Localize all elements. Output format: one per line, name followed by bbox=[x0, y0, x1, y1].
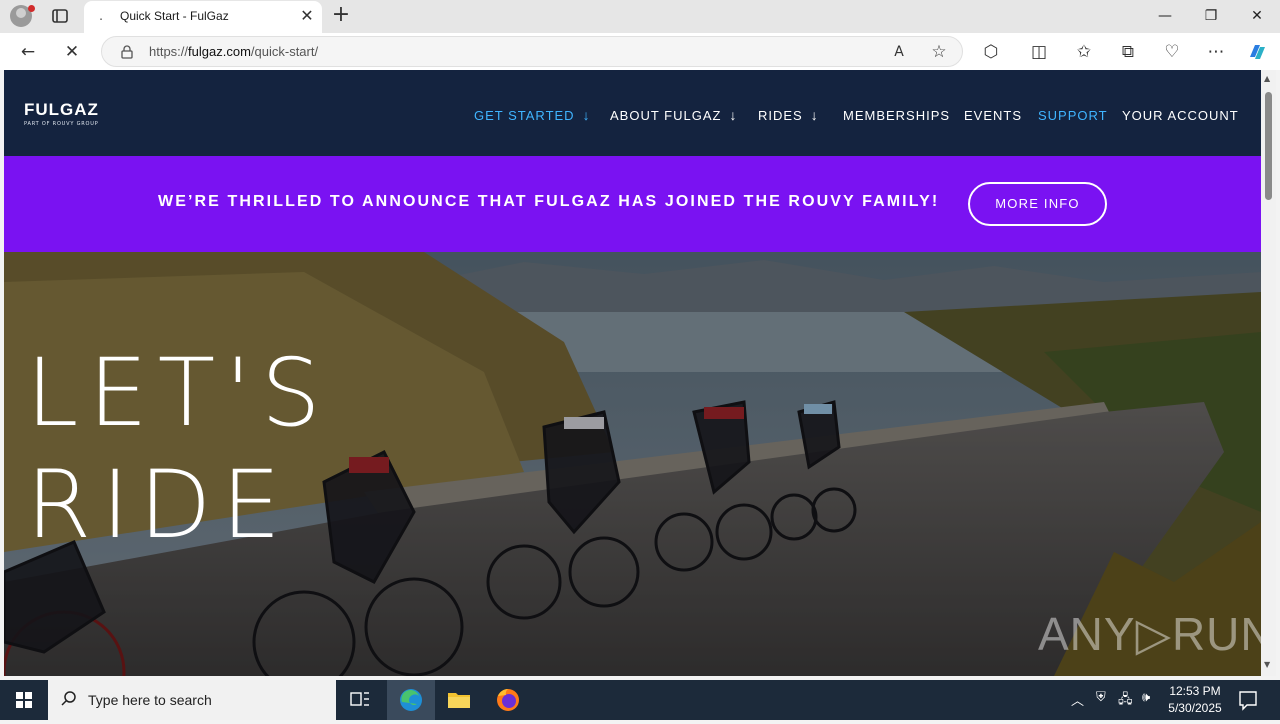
lock-icon[interactable] bbox=[120, 44, 134, 59]
scroll-down-icon[interactable]: ▼ bbox=[1264, 660, 1270, 669]
tab-favicon-icon: . bbox=[99, 9, 103, 23]
nav-support[interactable]: SUPPORT bbox=[1038, 106, 1108, 124]
task-view-icon[interactable] bbox=[336, 680, 384, 720]
announcement-text: WE’RE THRILLED TO ANNOUNCE THAT FULGAZ H… bbox=[158, 193, 940, 210]
network-icon[interactable]: 🖧 bbox=[1118, 690, 1133, 712]
tab-bar: . Quick Start - FulGaz ✕ + — ❐ ✕ bbox=[0, 0, 1280, 33]
scroll-up-icon[interactable]: ▲ bbox=[1264, 74, 1270, 83]
extensions-icon[interactable]: ⬡ bbox=[980, 41, 1002, 63]
address-bar[interactable]: https://fulgaz.com/quick-start/ A ☆ bbox=[101, 36, 963, 67]
favorite-star-icon[interactable]: ☆ bbox=[928, 41, 950, 63]
announcement-banner: WE’RE THRILLED TO ANNOUNCE THAT FULGAZ H… bbox=[4, 156, 1261, 252]
taskbar-search-box[interactable]: Type here to search bbox=[48, 680, 336, 720]
logo-tagline: PART OF ROUVY GROUP bbox=[24, 121, 99, 127]
nav-memberships[interactable]: MEMBERSHIPS bbox=[843, 106, 950, 124]
browser-tab[interactable]: . Quick Start - FulGaz ✕ bbox=[84, 1, 322, 33]
read-aloud-icon[interactable]: A bbox=[888, 41, 910, 63]
arrow-down-icon: ↓ bbox=[582, 107, 591, 123]
nav-rides[interactable]: RIDES ↓ bbox=[758, 106, 819, 124]
tab-actions-icon[interactable] bbox=[50, 6, 70, 26]
nav-get-started[interactable]: GET STARTED ↓ bbox=[474, 106, 591, 124]
windows-taskbar: Type here to search ︿ ⛨ 🖧 🕪 12:53 PM 5/3… bbox=[0, 680, 1280, 720]
windows-start-icon[interactable] bbox=[0, 680, 48, 720]
hero-line-2: RIDE bbox=[26, 451, 291, 560]
search-icon bbox=[60, 690, 78, 708]
fulgaz-logo[interactable]: FULGAZ PART OF ROUVY GROUP bbox=[24, 100, 99, 127]
site-header: FULGAZ PART OF ROUVY GROUP GET STARTED ↓ … bbox=[4, 70, 1261, 156]
browser-essentials-icon[interactable]: ♡ bbox=[1161, 41, 1183, 63]
search-placeholder: Type here to search bbox=[88, 692, 212, 708]
defender-icon[interactable]: ⛨ bbox=[1096, 690, 1106, 705]
arrow-down-icon: ↓ bbox=[810, 107, 819, 123]
browser-toolbar: ← ✕ https://fulgaz.com/quick-start/ A ☆ … bbox=[0, 33, 1280, 70]
close-window-icon[interactable]: ✕ bbox=[1234, 0, 1280, 32]
volume-icon[interactable]: 🕪 bbox=[1142, 690, 1150, 705]
logo-wordmark: FULGAZ bbox=[24, 100, 99, 119]
minimize-icon[interactable]: — bbox=[1142, 0, 1188, 32]
split-screen-icon[interactable]: ◫ bbox=[1028, 41, 1050, 63]
anyrun-watermark: ANY▷RUN bbox=[1038, 608, 1261, 660]
more-options-icon[interactable]: ⋯ bbox=[1205, 41, 1227, 63]
stop-loading-icon[interactable]: ✕ bbox=[61, 41, 83, 63]
back-arrow-icon[interactable]: ← bbox=[17, 41, 39, 63]
more-info-button[interactable]: MORE INFO bbox=[968, 182, 1107, 226]
restore-icon[interactable]: ❐ bbox=[1188, 0, 1234, 32]
page-scrollbar[interactable]: ▲ ▼ bbox=[1261, 70, 1276, 676]
notification-icon[interactable] bbox=[1232, 680, 1280, 720]
arrow-down-icon: ↓ bbox=[729, 107, 738, 123]
collections-icon[interactable]: ⧉ bbox=[1117, 41, 1139, 63]
clock-time: 12:53 PM bbox=[1169, 684, 1221, 698]
chevron-up-icon[interactable]: ︿ bbox=[1071, 690, 1084, 709]
system-clock[interactable]: 12:53 PM 5/30/2025 bbox=[1160, 683, 1230, 717]
hero-section: LET'S RIDE ANY▷RUN bbox=[4, 252, 1261, 676]
edge-browser-icon[interactable] bbox=[387, 680, 435, 720]
nav-events[interactable]: EVENTS bbox=[964, 106, 1022, 124]
hero-line-1: LET'S bbox=[26, 339, 331, 448]
scroll-thumb[interactable] bbox=[1265, 92, 1272, 200]
url-text: https://fulgaz.com/quick-start/ bbox=[149, 44, 319, 59]
file-explorer-icon[interactable] bbox=[435, 680, 483, 720]
nav-your-account[interactable]: YOUR ACCOUNT bbox=[1122, 106, 1239, 124]
favorites-icon[interactable]: ✩ bbox=[1073, 41, 1095, 63]
nav-about-fulgaz[interactable]: ABOUT FULGAZ ↓ bbox=[610, 106, 737, 124]
clock-date: 5/30/2025 bbox=[1168, 701, 1222, 715]
web-page: FULGAZ PART OF ROUVY GROUP GET STARTED ↓ … bbox=[4, 70, 1261, 676]
hero-heading: LET'S RIDE bbox=[26, 338, 331, 562]
new-tab-icon[interactable]: + bbox=[330, 4, 352, 27]
copilot-icon[interactable] bbox=[1246, 41, 1268, 63]
tab-close-icon[interactable]: ✕ bbox=[298, 7, 316, 25]
notification-dot bbox=[28, 5, 35, 12]
tab-title: Quick Start - FulGaz bbox=[120, 9, 229, 23]
firefox-icon[interactable] bbox=[484, 680, 532, 720]
